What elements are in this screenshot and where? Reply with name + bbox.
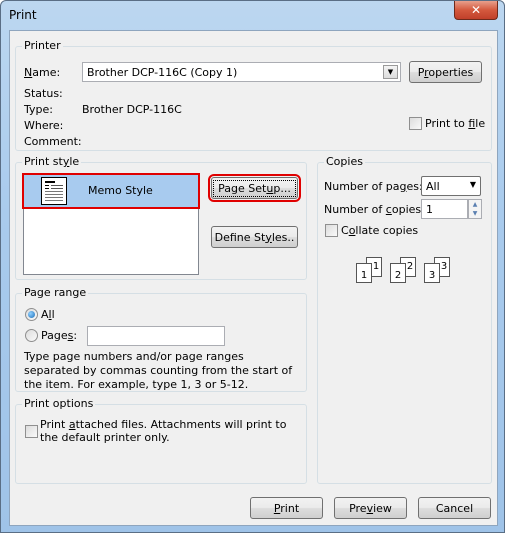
number-of-copies-value: 1 (426, 202, 433, 216)
type-value: Brother DCP-116C (82, 103, 182, 116)
print-options-group-label: Print options (22, 397, 96, 410)
copies-group-label: Copies (324, 155, 365, 168)
pages-input[interactable] (87, 326, 225, 346)
memo-style-icon (41, 177, 67, 205)
print-to-file-label[interactable]: Print to file (425, 117, 485, 130)
type-label: Type: (24, 103, 53, 116)
close-button[interactable]: ✕ (454, 1, 498, 20)
collate-copies-label[interactable]: Collate copies (341, 224, 418, 237)
number-of-copies-label: Number of copies: (324, 203, 425, 216)
style-item-label: Memo Style (88, 184, 153, 197)
print-button[interactable]: Print (250, 497, 323, 519)
copies-group: Copies Number of pages: All ▼ Number of … (317, 155, 492, 484)
collate-page: 2 (390, 263, 406, 283)
pages-radio[interactable] (25, 329, 38, 342)
print-options-group: Print options Print attached files. Atta… (15, 397, 307, 484)
print-attached-files-checkbox[interactable] (25, 425, 38, 438)
define-styles-button[interactable]: Define Styles.. (211, 226, 298, 248)
number-of-copies-input[interactable]: 1 (421, 199, 468, 219)
status-label: Status: (24, 87, 63, 100)
page-range-group: Page range All Pages: Type page numbers … (15, 286, 307, 392)
print-dialog: Print ✕ Printer Name: Brother DCP-116C (… (0, 0, 505, 533)
print-style-group: Print style Memo Style Page Setup... Def… (15, 155, 307, 280)
all-radio-label[interactable]: All (41, 308, 55, 321)
print-style-group-label: Print style (22, 155, 82, 168)
name-label: Name: (24, 66, 61, 79)
comment-label: Comment: (24, 135, 82, 148)
collate-illustration: 1 1 2 2 3 3 (356, 257, 456, 287)
number-of-pages-label: Number of pages: (324, 180, 423, 193)
printer-name-value: Brother DCP-116C (Copy 1) (87, 65, 238, 79)
properties-button[interactable]: Properties (409, 61, 482, 83)
collate-page: 3 (424, 263, 440, 283)
print-to-file-checkbox[interactable] (409, 117, 422, 130)
collate-page: 1 (356, 263, 372, 283)
chevron-down-icon: ▼ (469, 180, 476, 189)
spin-down-icon[interactable]: ▼ (469, 209, 481, 218)
printer-name-select[interactable]: Brother DCP-116C (Copy 1) ▼ (82, 62, 401, 82)
all-radio[interactable] (25, 308, 38, 321)
cancel-button[interactable]: Cancel (418, 497, 491, 519)
print-attached-files-label[interactable]: Print attached files. Attachments will p… (40, 418, 300, 444)
pages-radio-label[interactable]: Pages: (41, 329, 77, 342)
window-title: Print (9, 8, 37, 22)
dialog-body: Printer Name: Brother DCP-116C (Copy 1) … (9, 30, 498, 526)
preview-button[interactable]: Preview (334, 497, 407, 519)
number-of-pages-value: All (426, 179, 440, 193)
printer-group-label: Printer (22, 39, 63, 52)
print-style-list[interactable]: Memo Style (22, 173, 200, 275)
number-of-pages-select[interactable]: All ▼ (421, 176, 481, 196)
spin-up-icon[interactable]: ▲ (469, 200, 481, 209)
page-range-help-text: Type page numbers and/or page ranges sep… (24, 350, 293, 391)
copies-spinner[interactable]: ▲ ▼ (468, 199, 482, 219)
page-setup-button[interactable]: Page Setup... (208, 174, 301, 202)
style-item-memo[interactable]: Memo Style (22, 173, 200, 209)
printer-group: Printer Name: Brother DCP-116C (Copy 1) … (15, 39, 492, 151)
page-range-group-label: Page range (22, 286, 89, 299)
chevron-down-icon[interactable]: ▼ (383, 65, 398, 79)
collate-copies-checkbox[interactable] (325, 224, 338, 237)
close-icon: ✕ (470, 3, 482, 17)
where-label: Where: (24, 119, 64, 132)
